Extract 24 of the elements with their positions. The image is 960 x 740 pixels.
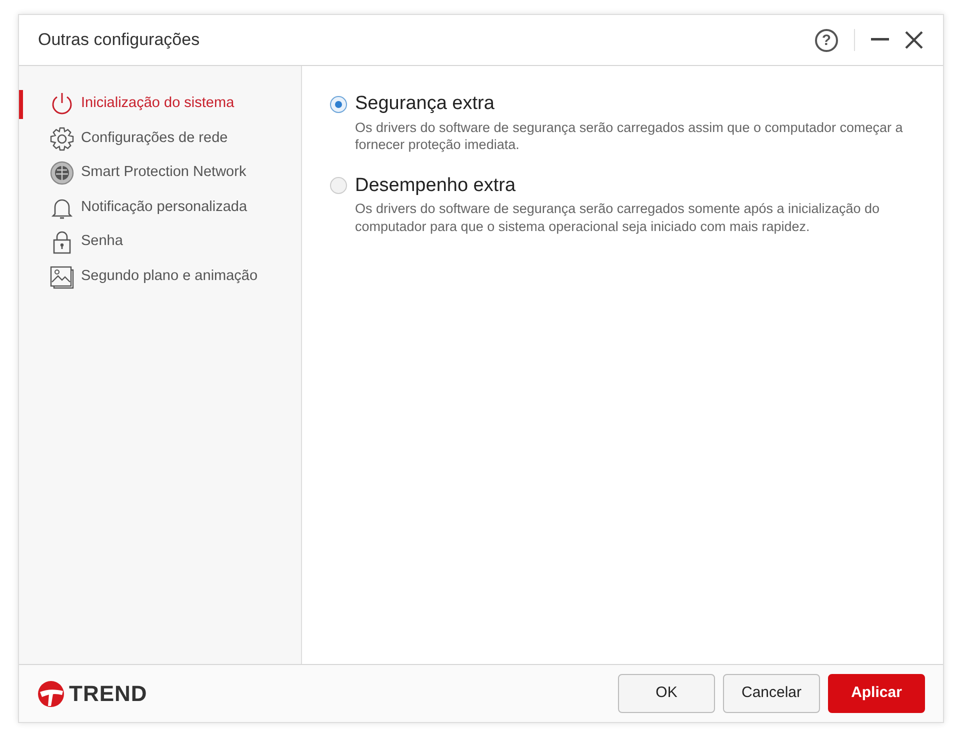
dialog-button[interactable]: OK	[618, 674, 715, 713]
sidebar-item[interactable]: Segundo plano e animação	[19, 260, 301, 294]
option-title[interactable]: Desempenho extra	[355, 172, 516, 200]
sidebar-item[interactable]: Smart Protection Network	[19, 156, 301, 190]
option-description: Os drivers do software de segurança serão carregados somente após a inicialização do computador para que o sistema operacional seja iniciado com mais rapidez.	[355, 200, 881, 236]
option-description: Os drivers do software de segurança serão carregados assim que o computador começar a fornecer proteção imediata.	[355, 118, 904, 154]
globe-icon	[49, 160, 75, 186]
sidebar-item[interactable]: Notificação personalizada	[19, 190, 301, 225]
sidebar-item[interactable]: Configurações de rede	[19, 122, 301, 156]
window-title: Outras configurações	[38, 29, 200, 52]
sidebar-item[interactable]: Senha	[19, 225, 301, 260]
dialog-button[interactable]: Cancelar	[723, 674, 820, 713]
sidebar-item[interactable]: Inicialização do sistema	[19, 87, 301, 122]
logo-text: TREND	[69, 680, 148, 708]
minimize-icon[interactable]	[871, 38, 889, 42]
option-title[interactable]: Segurança extra	[355, 90, 494, 118]
radio-button[interactable]	[330, 96, 347, 113]
logo-icon	[37, 680, 65, 708]
apply-button[interactable]: Aplicar	[828, 674, 925, 713]
image-icon	[49, 264, 75, 290]
gear-icon	[49, 126, 75, 152]
radio-button[interactable]	[330, 177, 347, 194]
help-button[interactable]: ?	[815, 28, 838, 52]
close-icon[interactable]	[905, 31, 923, 49]
